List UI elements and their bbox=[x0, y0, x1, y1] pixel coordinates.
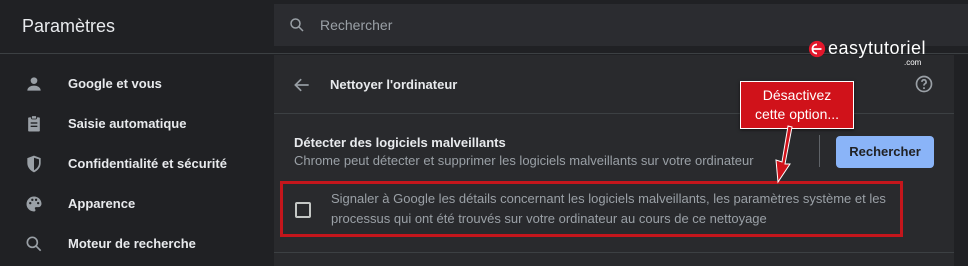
search-icon bbox=[290, 18, 304, 32]
divider bbox=[274, 252, 954, 253]
sidebar-item-label: Moteur de recherche bbox=[68, 236, 196, 251]
sidebar-item-autofill[interactable]: Saisie automatique bbox=[0, 104, 274, 144]
find-button[interactable]: Rechercher bbox=[836, 136, 934, 168]
back-arrow-icon[interactable] bbox=[292, 75, 312, 95]
report-option-row[interactable]: Signaler à Google les détails concernant… bbox=[280, 181, 903, 237]
malware-detect-description: Chrome peut détecter et supprimer les lo… bbox=[294, 153, 754, 168]
report-option-text: Signaler à Google les détails concernant… bbox=[331, 189, 891, 229]
sidebar-item-search-engine[interactable]: Moteur de recherche bbox=[0, 224, 274, 264]
sidebar-item-label: Apparence bbox=[68, 196, 136, 211]
annotation-arrow bbox=[775, 125, 793, 184]
logo-text: easytutoriel bbox=[828, 38, 927, 58]
person-icon bbox=[27, 77, 41, 91]
sidebar-item-label: Confidentialité et sécurité bbox=[68, 156, 227, 171]
logo-icon bbox=[808, 40, 826, 58]
sidebar-item-privacy[interactable]: Confidentialité et sécurité bbox=[0, 144, 274, 184]
sidebar-item-label: Google et vous bbox=[68, 76, 162, 91]
help-icon[interactable] bbox=[914, 74, 934, 94]
search-input[interactable]: Rechercher bbox=[320, 17, 392, 33]
annotation-line-1: Désactivez bbox=[762, 87, 832, 103]
shield-icon bbox=[27, 155, 41, 173]
report-option-line-2: processus qui ont été trouvés sur votre … bbox=[331, 211, 767, 226]
clipboard-icon bbox=[28, 115, 40, 132]
search-icon bbox=[26, 236, 42, 252]
logo-subtext: .com bbox=[904, 58, 922, 67]
sidebar-item-google[interactable]: Google et vous bbox=[0, 64, 274, 104]
vertical-separator bbox=[819, 135, 820, 167]
malware-detect-title: Détecter des logiciels malveillants bbox=[294, 135, 506, 150]
sidebar: Google et vous Saisie automatique Confid… bbox=[0, 55, 274, 266]
report-checkbox[interactable] bbox=[295, 202, 311, 218]
page-title: Paramètres bbox=[22, 16, 116, 36]
watermark-logo: easytutoriel .com bbox=[808, 36, 938, 67]
sidebar-item-appearance[interactable]: Apparence bbox=[0, 184, 274, 224]
annotation-callout: Désactivez cette option... bbox=[740, 81, 854, 129]
annotation-line-2: cette option... bbox=[754, 106, 840, 122]
palette-icon bbox=[26, 196, 42, 212]
section-heading: Nettoyer l'ordinateur bbox=[330, 77, 458, 92]
report-option-line-1: Signaler à Google les détails concernant… bbox=[331, 191, 886, 206]
sidebar-item-label: Saisie automatique bbox=[68, 116, 187, 131]
